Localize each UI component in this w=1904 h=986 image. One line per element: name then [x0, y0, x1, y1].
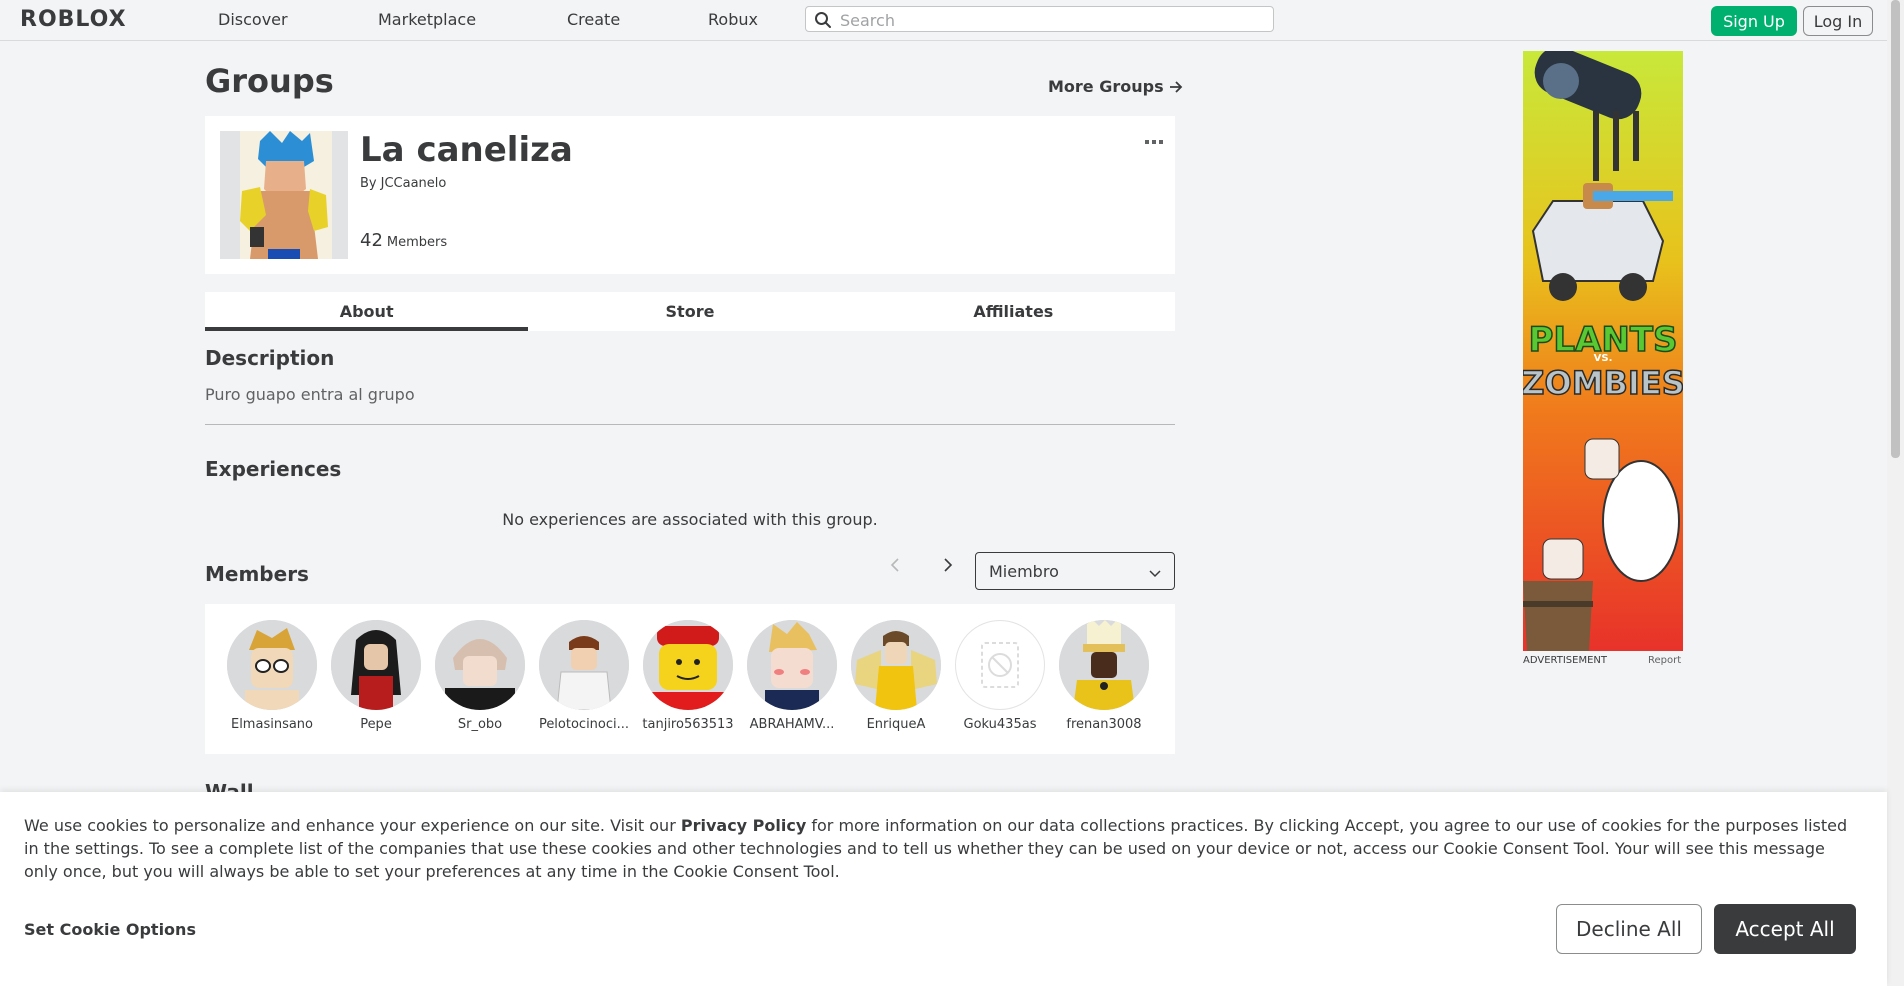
sign-up-button[interactable]: Sign Up — [1711, 6, 1797, 36]
member-name: Pelotocinoci... — [538, 717, 630, 732]
tab-about[interactable]: About — [205, 292, 529, 331]
member-card[interactable]: Pelotocinoci... — [536, 620, 632, 732]
ad-title-3: ZOMBIES — [1523, 364, 1683, 402]
member-name: Elmasinsano — [230, 717, 313, 732]
search-icon — [814, 11, 832, 33]
group-name: La caneliza — [360, 130, 573, 170]
advertisement-label: ADVERTISEMENT — [1523, 655, 1608, 666]
cookie-text-before: We use cookies to personalize and enhanc… — [24, 816, 681, 835]
cookie-consent-banner: We use cookies to personalize and enhanc… — [0, 792, 1887, 986]
nav-marketplace[interactable]: Marketplace — [378, 10, 476, 29]
tab-store[interactable]: Store — [528, 292, 851, 331]
members-title: Members — [205, 562, 309, 586]
avatar-unavailable-icon[interactable] — [955, 620, 1045, 710]
set-cookie-options-link[interactable]: Set Cookie Options — [24, 920, 196, 939]
avatar[interactable] — [747, 620, 837, 710]
avatar[interactable] — [435, 620, 525, 710]
group-tabs: About Store Affiliates — [205, 292, 1175, 331]
page-title: Groups — [205, 62, 334, 100]
nav-create[interactable]: Create — [567, 10, 620, 29]
more-groups-link[interactable]: More Groups — [1048, 77, 1183, 96]
experiences-empty-message: No experiences are associated with this … — [502, 510, 878, 529]
arrow-right-icon — [1169, 77, 1183, 96]
tab-affiliates-label: Affiliates — [973, 302, 1054, 321]
nav-discover[interactable]: Discover — [218, 10, 288, 29]
tab-about-label: About — [339, 302, 394, 321]
avatar[interactable] — [331, 620, 421, 710]
member-count-value: 42 — [360, 230, 383, 251]
roblox-logo[interactable]: ROBLOX — [20, 7, 127, 32]
tab-store-label: Store — [665, 302, 715, 321]
chevron-down-icon — [1148, 564, 1162, 583]
member-name: Goku435as — [963, 717, 1037, 732]
member-card[interactable]: ABRAHAMV... — [744, 620, 840, 732]
more-groups-label: More Groups — [1048, 77, 1164, 96]
member-name: tanjiro563513 — [642, 717, 734, 732]
role-dropdown-value: Miembro — [989, 562, 1059, 581]
owner-prefix: By — [360, 176, 377, 191]
description-text: Puro guapo entra al grupo — [205, 385, 415, 404]
cookie-consent-text: We use cookies to personalize and enhanc… — [24, 814, 1854, 883]
group-owner: By JCCaanelo — [360, 176, 446, 191]
group-emblem-image[interactable] — [220, 131, 348, 259]
member-name: Pepe — [360, 717, 392, 732]
privacy-policy-link[interactable]: Privacy Policy — [681, 816, 806, 835]
member-name: EnriqueA — [866, 717, 926, 732]
chevron-right-icon[interactable] — [943, 557, 953, 578]
log-in-button[interactable]: Log In — [1803, 6, 1873, 36]
search-input[interactable] — [838, 8, 1262, 32]
tab-affiliates[interactable]: Affiliates — [852, 292, 1175, 331]
ad-title-2: VS. — [1594, 353, 1613, 364]
more-options-icon[interactable] — [1145, 130, 1163, 149]
experiences-title: Experiences — [205, 457, 342, 481]
member-name: Sr_obo — [457, 717, 503, 732]
member-card[interactable]: frenan3008 — [1056, 620, 1152, 732]
page-scrollbar[interactable] — [1887, 0, 1904, 986]
member-card[interactable]: Sr_obo — [432, 620, 528, 732]
chevron-left-icon[interactable] — [890, 557, 900, 578]
nav-robux[interactable]: Robux — [708, 10, 758, 29]
advertisement-banner[interactable]: PLANTS VS. ZOMBIES — [1523, 51, 1683, 651]
member-card[interactable]: EnriqueA — [848, 620, 944, 732]
avatar[interactable] — [227, 620, 317, 710]
ad-report-link[interactable]: Report — [1648, 655, 1681, 666]
member-card[interactable]: Elmasinsano — [224, 620, 320, 732]
avatar[interactable] — [539, 620, 629, 710]
decline-all-button[interactable]: Decline All — [1556, 904, 1702, 954]
owner-link[interactable]: JCCaanelo — [381, 176, 447, 191]
role-dropdown[interactable]: Miembro — [975, 552, 1175, 590]
avatar[interactable] — [643, 620, 733, 710]
search-box[interactable] — [805, 6, 1274, 32]
group-header-card: La caneliza By JCCaanelo 42 Members — [205, 116, 1175, 274]
member-card[interactable]: Pepe — [328, 620, 424, 732]
member-count-label: Members — [386, 235, 448, 250]
scrollbar-thumb[interactable] — [1891, 0, 1900, 458]
avatar[interactable] — [1059, 620, 1149, 710]
top-navigation-bar: ROBLOX Discover Marketplace Create Robux… — [0, 0, 1887, 41]
members-list: Elmasinsano Pepe Sr_obo Pelotocinoci... … — [205, 604, 1175, 754]
avatar[interactable] — [851, 620, 941, 710]
description-title: Description — [205, 346, 335, 370]
member-card[interactable]: Goku435as — [952, 620, 1048, 732]
section-divider — [205, 424, 1175, 425]
member-name: frenan3008 — [1066, 717, 1142, 732]
member-card[interactable]: tanjiro563513 — [640, 620, 736, 732]
member-name: ABRAHAMV... — [749, 717, 835, 732]
accept-all-button[interactable]: Accept All — [1714, 904, 1856, 954]
member-count: 42 Members — [360, 230, 447, 251]
